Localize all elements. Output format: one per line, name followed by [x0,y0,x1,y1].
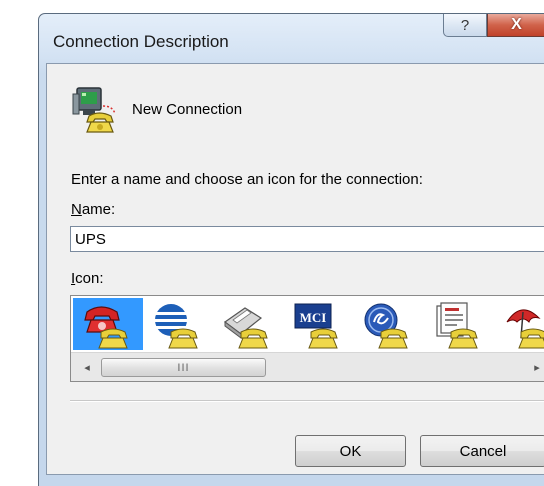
connection-description-dialog: Connection Description ? X New Connectio… [38,13,544,486]
help-icon: ? [460,16,470,34]
icon-option-umbrella[interactable] [493,298,544,350]
document-phone-icon [436,302,478,349]
blue-globe-icon [155,304,198,349]
icon-label: Icon: [71,270,104,287]
close-icon: X [511,16,522,33]
mci-icon: MCI [294,303,338,349]
name-label-text: ame: [81,201,116,218]
mci-icon-text: MCI [300,310,327,325]
ge-logo-icon [364,303,408,349]
ok-button[interactable]: OK [295,435,406,467]
icon-list[interactable]: MCI ◂ III ▸ [70,295,544,382]
red-telephone-icon [84,306,128,349]
separator [70,400,544,402]
fax-machine-icon [223,307,268,349]
icon-option-document[interactable] [423,298,493,350]
umbrella-icon [506,309,544,349]
close-button[interactable]: X [487,14,544,37]
icon-option-globe[interactable] [143,298,213,350]
scroll-left-icon[interactable]: ◂ [77,357,97,377]
icon-option-ge[interactable] [353,298,423,350]
name-label: Name: [71,201,115,218]
instruction-text: Enter a name and choose an icon for the … [71,171,423,188]
icon-option-mci[interactable]: MCI [283,298,353,350]
dialog-body: New Connection Enter a name and choose a… [46,63,544,475]
icon-label-text: con: [75,270,104,287]
cancel-button[interactable]: Cancel [420,435,544,467]
icon-list-scrollbar[interactable]: ◂ III ▸ [71,352,544,381]
connection-name-heading: New Connection [132,101,243,118]
name-label-accesskey: N [71,201,82,218]
scroll-right-icon[interactable]: ▸ [527,357,544,377]
help-button[interactable]: ? [443,14,487,37]
window-title: Connection Description [53,32,229,51]
scrollbar-thumb[interactable]: III [101,358,266,377]
icon-option-fax[interactable] [213,298,283,350]
icon-option-red-telephone[interactable] [73,298,143,350]
name-input[interactable] [70,226,544,252]
connection-phone-icon [72,87,116,133]
